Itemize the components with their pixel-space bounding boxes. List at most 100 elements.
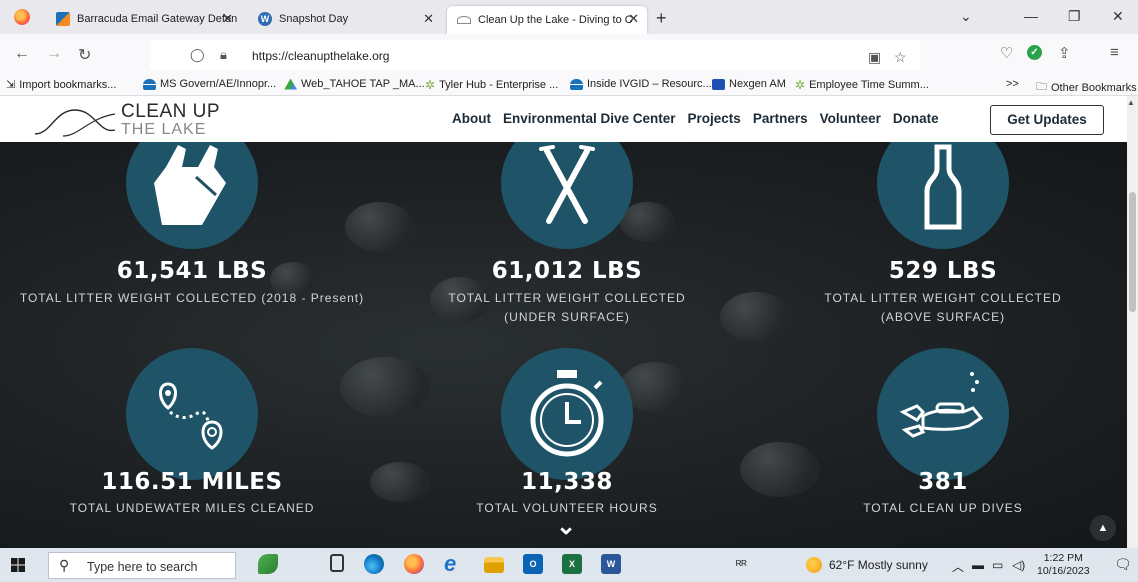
nav-environmental-dive-center[interactable]: Environmental Dive Center xyxy=(503,111,676,126)
nav-partners[interactable]: Partners xyxy=(753,111,808,126)
dragon-app-icon[interactable] xyxy=(258,554,278,574)
bookmark-ms-govern[interactable]: MS Govern/AE/Innopr... xyxy=(143,78,276,90)
excel-icon[interactable]: X xyxy=(562,554,582,574)
navigation-toolbar: ← → ↻ ◯ 🔒︎ https://cleanupthelake.org ▣ … xyxy=(0,34,1138,74)
bookmark-web-tahoe[interactable]: Web_TAHOE TAP _MA... xyxy=(284,78,425,90)
taskbar-clock[interactable]: 1:22 PM 10/16/2023 xyxy=(1037,552,1090,578)
lock-icon[interactable]: 🔒︎ xyxy=(220,47,227,63)
folder-icon: 🗀︎ xyxy=(1036,81,1047,93)
bookmark-tyler-hub[interactable]: ✲ Tyler Hub - Enterprise ... xyxy=(425,78,558,92)
nexgen-icon xyxy=(712,78,725,90)
reload-button[interactable]: ↻ xyxy=(78,45,91,65)
bookmark-employee-time[interactable]: ✲ Employee Time Summ... xyxy=(795,78,929,92)
tyler-icon: ✲ xyxy=(795,78,806,92)
straws-icon xyxy=(501,142,633,249)
close-tab-icon[interactable]: ✕ xyxy=(423,11,434,27)
bookmarks-overflow-button[interactable]: >> xyxy=(1006,78,1019,90)
diver-icon xyxy=(877,348,1009,480)
firefox-taskbar-icon[interactable] xyxy=(404,554,424,574)
new-tab-button[interactable]: + xyxy=(656,8,667,29)
search-icon: ⚲ xyxy=(59,557,70,573)
scroll-down-chevron-icon[interactable]: ⌄ xyxy=(556,512,576,541)
bookmark-import[interactable]: ⇲ Import bookmarks... xyxy=(6,78,116,92)
task-view-icon[interactable] xyxy=(330,554,344,572)
stat-sublabel: (UNDER SURFACE) xyxy=(504,310,630,324)
weather-sun-icon[interactable] xyxy=(806,557,822,573)
ivgid-icon xyxy=(570,78,583,90)
taskbar-search-box[interactable]: ⚲ Type here to search xyxy=(48,552,236,579)
stats-section: 61,541 LBS TOTAL LITTER WEIGHT COLLECTED… xyxy=(0,142,1127,548)
restore-button[interactable]: ❐ xyxy=(1068,8,1081,25)
scrollbar-thumb[interactable] xyxy=(1129,192,1136,312)
stat-value: 61,541 LBS xyxy=(116,258,268,284)
extension-check-icon[interactable]: ✓ xyxy=(1027,45,1042,60)
back-button[interactable]: ← xyxy=(14,45,30,63)
edge-icon[interactable] xyxy=(364,554,384,574)
bookmarks-toolbar: ⇲ Import bookmarks... MS Govern/AE/Innop… xyxy=(0,74,1138,96)
weather-text[interactable]: 62°F Mostly sunny xyxy=(829,558,928,572)
windows-start-icon[interactable] xyxy=(11,558,25,572)
clean-up-lake-favicon-icon xyxy=(457,16,471,24)
import-icon: ⇲ xyxy=(6,79,16,91)
back-to-top-button[interactable]: ▲ xyxy=(1090,515,1116,541)
forward-button[interactable]: → xyxy=(46,45,62,63)
notifications-icon[interactable]: 🗨︎ xyxy=(1114,556,1132,573)
tyler-icon: ✲ xyxy=(425,78,436,92)
word-icon[interactable]: W xyxy=(601,554,621,574)
google-drive-icon xyxy=(284,78,297,90)
nav-about[interactable]: About xyxy=(452,111,491,126)
other-bookmarks[interactable]: 🗀︎ Other Bookmarks xyxy=(1036,78,1137,97)
plastic-bag-icon xyxy=(126,142,258,249)
outlook-icon[interactable]: O xyxy=(523,554,543,574)
close-window-button[interactable]: ✕ xyxy=(1112,8,1124,25)
tab-clean-up-the-lake[interactable]: Clean Up the Lake - Diving to C ✕ xyxy=(447,6,647,34)
tab-barracuda[interactable]: Barracuda Email Gateway Defen ✕ xyxy=(48,6,241,32)
address-bar[interactable]: ◯ 🔒︎ https://cleanupthelake.org ▣ ☆ xyxy=(150,40,920,70)
nav-projects[interactable]: Projects xyxy=(688,111,741,126)
nav-volunteer[interactable]: Volunteer xyxy=(820,111,881,126)
background-rock xyxy=(345,202,415,252)
clock-time: 1:22 PM xyxy=(1043,552,1083,564)
stat-label: TOTAL LITTER WEIGHT COLLECTED xyxy=(448,291,686,305)
people-icon[interactable]: ᴿᴿ xyxy=(736,558,747,572)
share-icon[interactable]: ⇪ xyxy=(1058,44,1071,62)
url-text[interactable]: https://cleanupthelake.org xyxy=(252,49,389,63)
close-tab-icon[interactable]: ✕ xyxy=(628,11,639,27)
site-nav: About Environmental Dive Center Projects… xyxy=(452,111,951,126)
network-icon[interactable]: ▬ xyxy=(972,558,984,572)
bookmark-inside-ivgid[interactable]: Inside IVGID – Resourc... xyxy=(570,78,712,90)
file-explorer-icon[interactable] xyxy=(484,557,504,573)
stat-label: TOTAL LITTER WEIGHT COLLECTED (2018 - Pr… xyxy=(19,291,365,305)
show-hidden-icons-icon[interactable]: ︿ xyxy=(952,558,964,575)
list-all-tabs-icon[interactable]: ⌄ xyxy=(960,8,972,25)
bookmark-nexgen[interactable]: Nexgen AM xyxy=(712,78,786,90)
battery-icon[interactable]: ▭ xyxy=(992,558,1003,572)
reader-view-icon[interactable]: ▣ xyxy=(868,49,881,66)
route-pins-icon xyxy=(126,348,258,480)
close-tab-icon[interactable]: ✕ xyxy=(222,11,233,27)
get-updates-button[interactable]: Get Updates xyxy=(990,105,1104,135)
tab-title: Clean Up the Lake - Diving to C xyxy=(478,14,633,26)
search-placeholder: Type here to search xyxy=(87,560,198,574)
nav-donate[interactable]: Donate xyxy=(893,111,939,126)
browser-tab-strip: Barracuda Email Gateway Defen ✕ W Snapsh… xyxy=(0,0,1138,34)
page-scrollbar[interactable]: ▲ xyxy=(1127,96,1138,548)
bookmark-star-icon[interactable]: ☆ xyxy=(894,49,907,66)
internet-explorer-icon[interactable]: e xyxy=(444,553,464,575)
stat-sublabel: (ABOVE SURFACE) xyxy=(880,310,1006,324)
site-logo[interactable]: CLEAN UP THE LAKE xyxy=(33,100,223,140)
scroll-up-arrow-icon[interactable]: ▲ xyxy=(1127,98,1135,107)
stat-value: 11,338 xyxy=(521,469,613,495)
bottle-icon xyxy=(877,142,1009,249)
logo-text-top: CLEAN UP xyxy=(121,101,221,122)
shield-icon[interactable]: ◯ xyxy=(190,47,205,63)
tab-snapshot-day[interactable]: W Snapshot Day ✕ xyxy=(250,6,442,32)
minimize-button[interactable]: — xyxy=(1024,8,1038,24)
volume-icon[interactable]: ◁) xyxy=(1012,558,1025,572)
stat-value: 61,012 LBS xyxy=(491,258,643,284)
site-header: CLEAN UP THE LAKE About Environmental Di… xyxy=(0,96,1127,142)
menu-icon[interactable]: ≡ xyxy=(1110,44,1119,61)
tab-title: Barracuda Email Gateway Defen xyxy=(77,13,238,25)
firefox-logo-icon[interactable] xyxy=(14,9,30,25)
pocket-icon[interactable]: ♡ xyxy=(1000,44,1013,62)
